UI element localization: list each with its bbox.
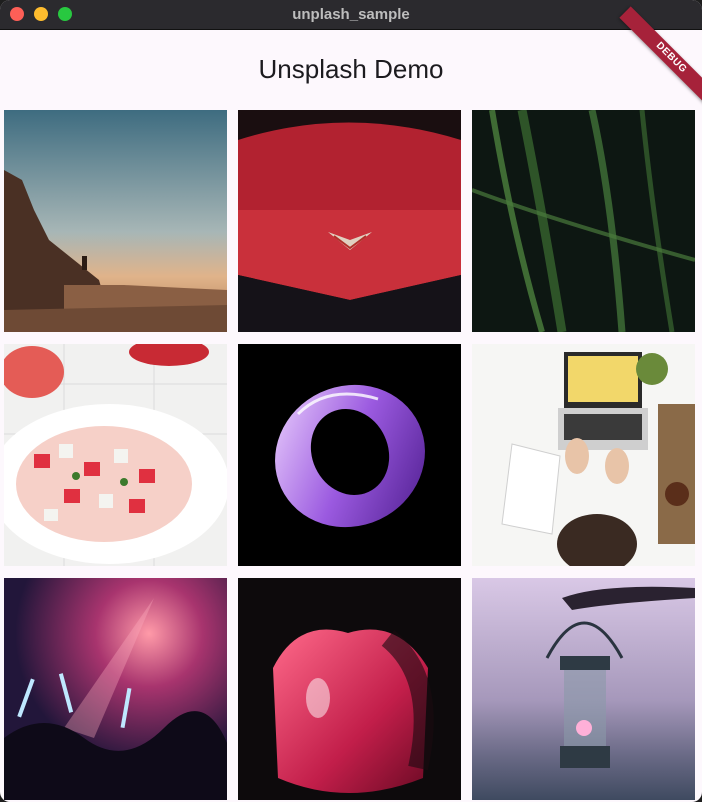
- red-car-image: [238, 110, 461, 332]
- lantern-image: [472, 578, 695, 800]
- salad-image: [4, 344, 227, 566]
- glass-ring-image: [238, 344, 461, 566]
- photo-tile-lantern[interactable]: [472, 578, 695, 800]
- desert-canyon-image: [4, 110, 227, 332]
- photo-tile-ring[interactable]: [238, 344, 461, 566]
- app-window: unplash_sample Unsplash Demo DEBUG: [0, 0, 702, 802]
- window-title: unplash_sample: [292, 6, 410, 23]
- photo-tile-pink[interactable]: [238, 578, 461, 800]
- photo-tile-laptop[interactable]: [472, 344, 695, 566]
- page-title: Unsplash Demo: [258, 54, 444, 84]
- pink-shape-image: [238, 578, 461, 800]
- photo-tile-concert[interactable]: [4, 578, 227, 800]
- title-bar: unplash_sample: [0, 0, 702, 30]
- photo-tile-salad[interactable]: [4, 344, 227, 566]
- photo-tile-desert[interactable]: [4, 110, 227, 332]
- laptop-image: [472, 344, 695, 566]
- concert-image: [4, 578, 227, 800]
- grass-image: [472, 110, 695, 332]
- photo-tile-car[interactable]: [238, 110, 461, 332]
- photo-grid: [4, 110, 695, 800]
- photo-tile-grass[interactable]: [472, 110, 695, 332]
- app-bar: Unsplash Demo: [0, 30, 702, 108]
